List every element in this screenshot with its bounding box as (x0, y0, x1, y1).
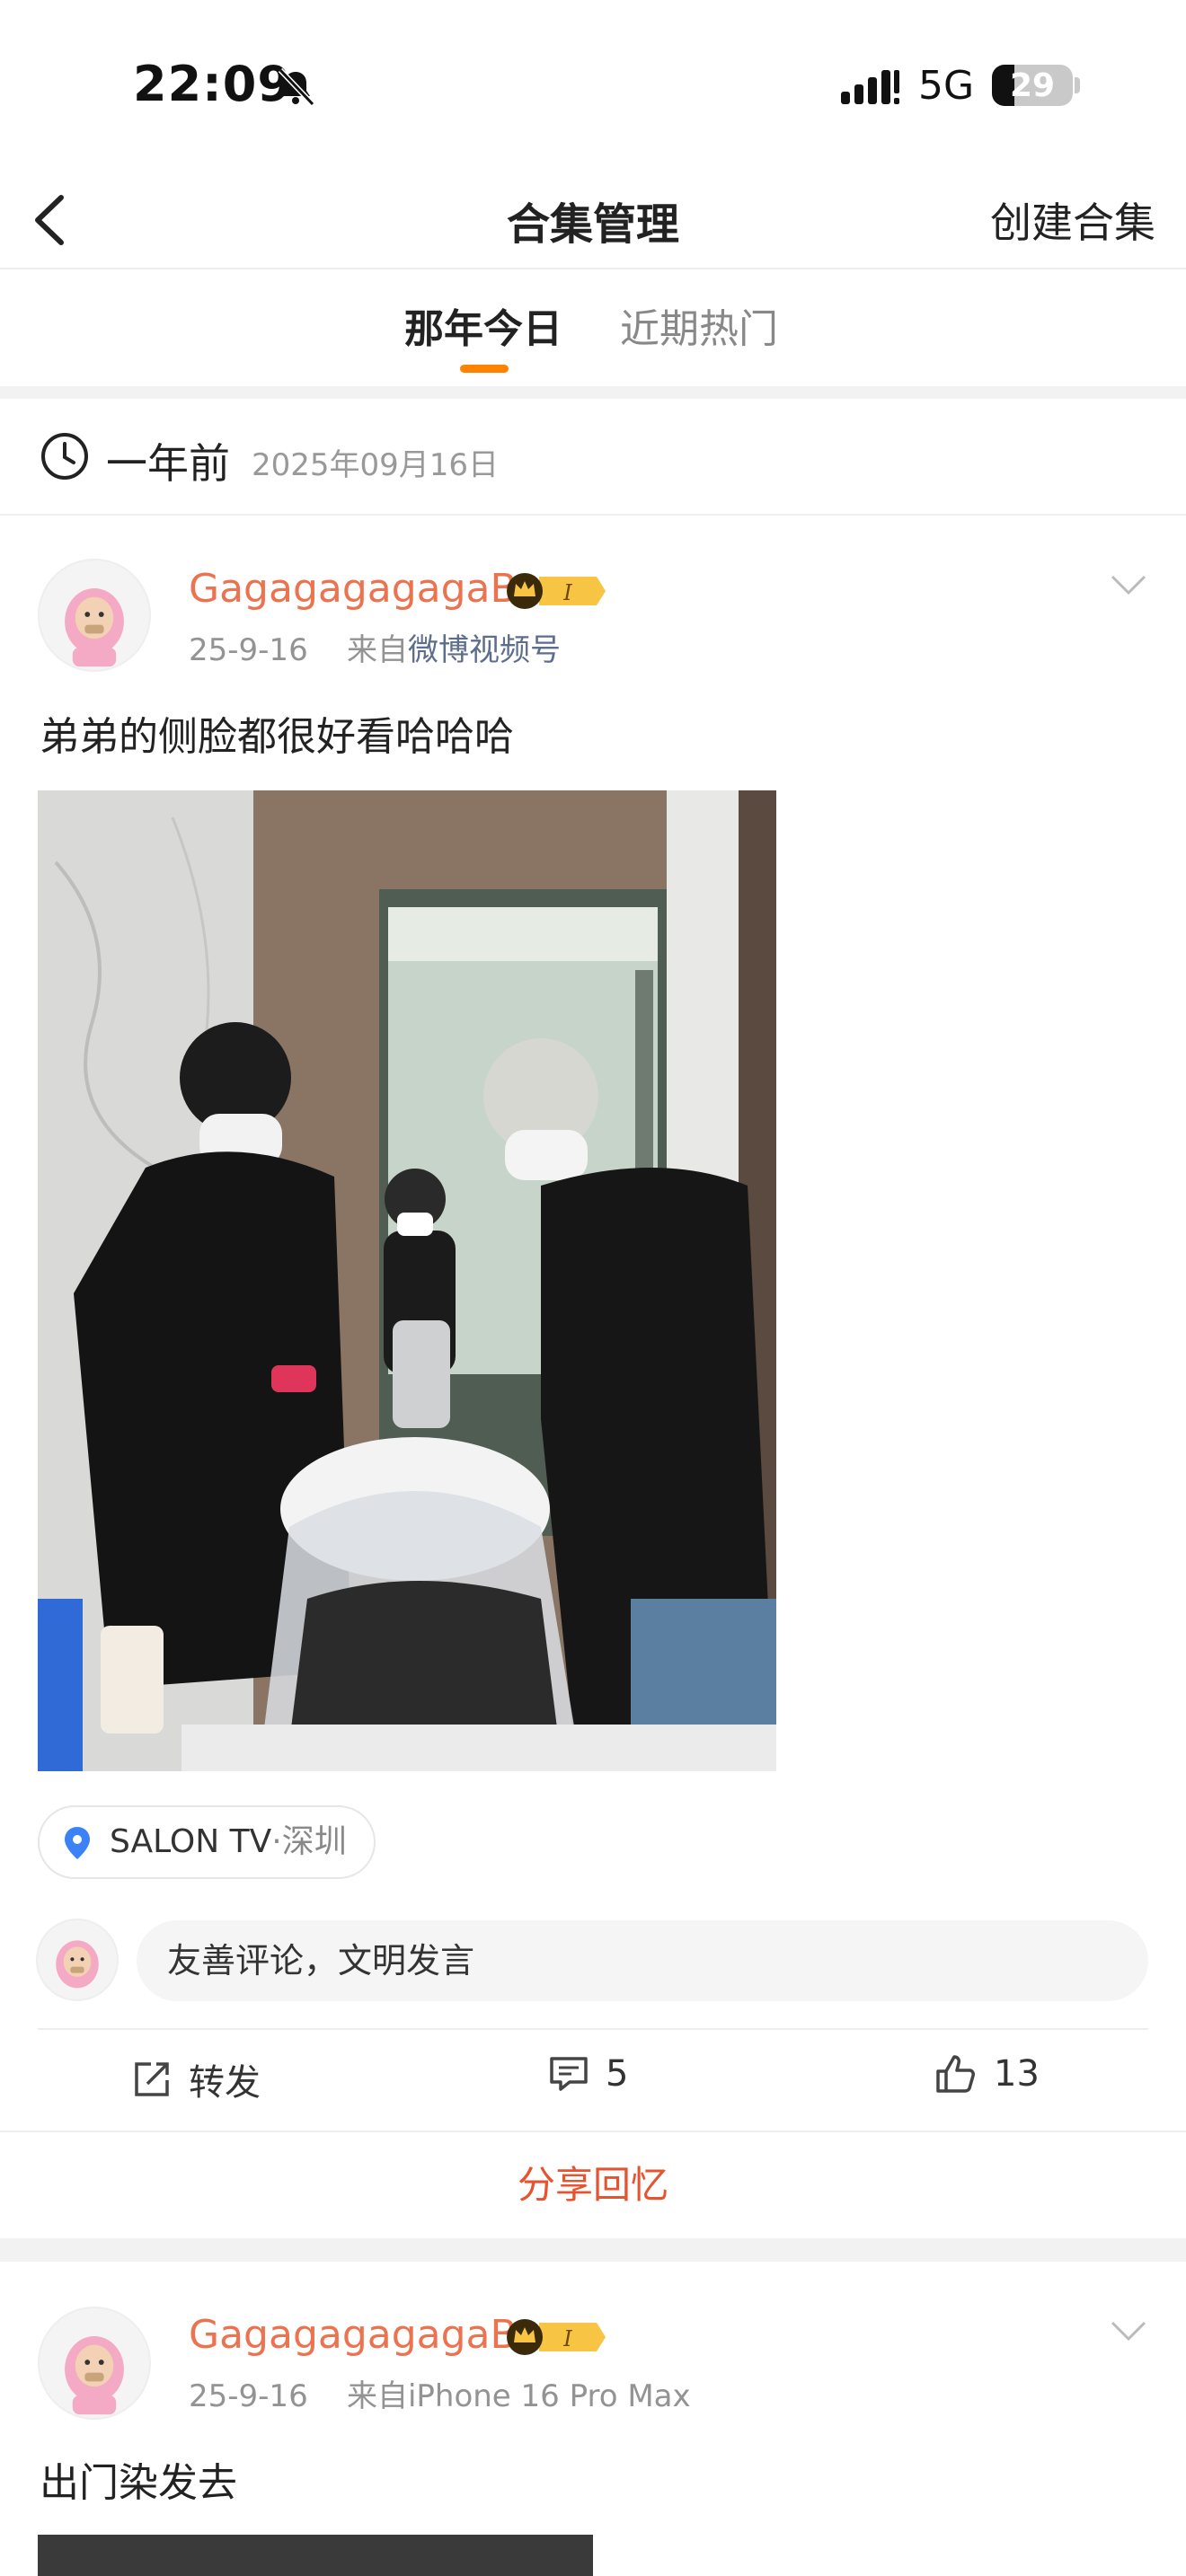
comment-count: 5 (606, 2053, 629, 2095)
post-text: 出门染发去 (40, 2460, 237, 2506)
post-date: 25-9-16 (189, 632, 308, 668)
create-collection-button[interactable]: 创建合集 (990, 190, 1155, 250)
like-button[interactable]: 13 (934, 2053, 1040, 2095)
post-text: 弟弟的侧脸都很好看哈哈哈 (40, 714, 514, 760)
location-pin-icon (65, 1827, 90, 1859)
comment-icon (550, 2057, 588, 2091)
active-tab-indicator (460, 365, 509, 373)
post-image[interactable] (38, 2535, 593, 2576)
vip-crown-icon: I (507, 2319, 606, 2355)
source-prefix: 来自 (346, 632, 408, 668)
my-avatar (36, 1919, 119, 2001)
cellular-signal-icon (841, 70, 899, 104)
post-meta: 25-9-16 来自iPhone 16 Pro Max (189, 2371, 691, 2415)
post-image[interactable] (38, 790, 776, 1771)
post-actions: 转发 5 13 (38, 2028, 1148, 2129)
post-card: GagagagagagaB I 25-9-16 来自iPhone 16 Pro … (0, 2262, 1186, 2576)
section-divider (0, 386, 1186, 399)
nav-bar: 合集管理 创建合集 (0, 171, 1186, 269)
comment-input[interactable]: 友善评论，文明发言 (137, 1920, 1148, 2001)
location-chip[interactable]: SALON TV·深圳 (38, 1805, 376, 1879)
status-bar: 22:09 5G 29 (0, 0, 1186, 171)
repost-button[interactable]: 转发 (131, 2053, 261, 2105)
status-time: 22:09 (133, 56, 292, 112)
repost-icon (135, 2062, 169, 2096)
thumbs-up-icon (936, 2055, 975, 2093)
memory-date-header: 一年前 2025年09月16日 (0, 399, 1186, 516)
memory-date: 2025年09月16日 (252, 447, 500, 483)
clock-icon (41, 433, 88, 480)
repost-label: 转发 (189, 2062, 261, 2104)
chevron-down-icon[interactable] (1109, 571, 1148, 598)
comment-button[interactable]: 5 (548, 2053, 628, 2095)
tab-bar: 那年今日 近期热门 (0, 269, 1186, 386)
post-source: iPhone 16 Pro Max (407, 2378, 691, 2414)
username[interactable]: GagagagagagaB (189, 566, 518, 612)
network-type: 5G (918, 63, 975, 109)
share-memory-button[interactable]: 分享回忆 (0, 2130, 1186, 2238)
location-name: SALON TV (110, 1823, 272, 1860)
section-divider (0, 2238, 1186, 2262)
post-date: 25-9-16 (189, 2378, 308, 2414)
tab-on-this-day[interactable]: 那年今日 (404, 296, 562, 354)
vip-crown-icon: I (507, 573, 606, 609)
time-ago-label: 一年前 (106, 439, 230, 488)
avatar[interactable] (38, 2307, 151, 2420)
source-prefix: 来自 (346, 2378, 408, 2414)
battery-tip (1075, 77, 1080, 93)
location-city: ·深圳 (271, 1823, 347, 1860)
username[interactable]: GagagagagagaB (189, 2312, 518, 2358)
post-meta: 25-9-16 来自微博视频号 (189, 625, 561, 669)
battery-level: 29 (1009, 67, 1056, 104)
chevron-down-icon[interactable] (1109, 2317, 1148, 2344)
post-source[interactable]: 微博视频号 (408, 632, 561, 668)
battery-indicator: 29 (992, 65, 1073, 106)
salon-photo (38, 790, 776, 1771)
like-count: 13 (994, 2053, 1040, 2095)
tab-recent-popular[interactable]: 近期热门 (620, 296, 778, 354)
muted-bell-icon (278, 67, 315, 107)
svg-text:I: I (562, 2326, 572, 2351)
svg-text:I: I (562, 580, 572, 605)
avatar[interactable] (38, 559, 151, 672)
